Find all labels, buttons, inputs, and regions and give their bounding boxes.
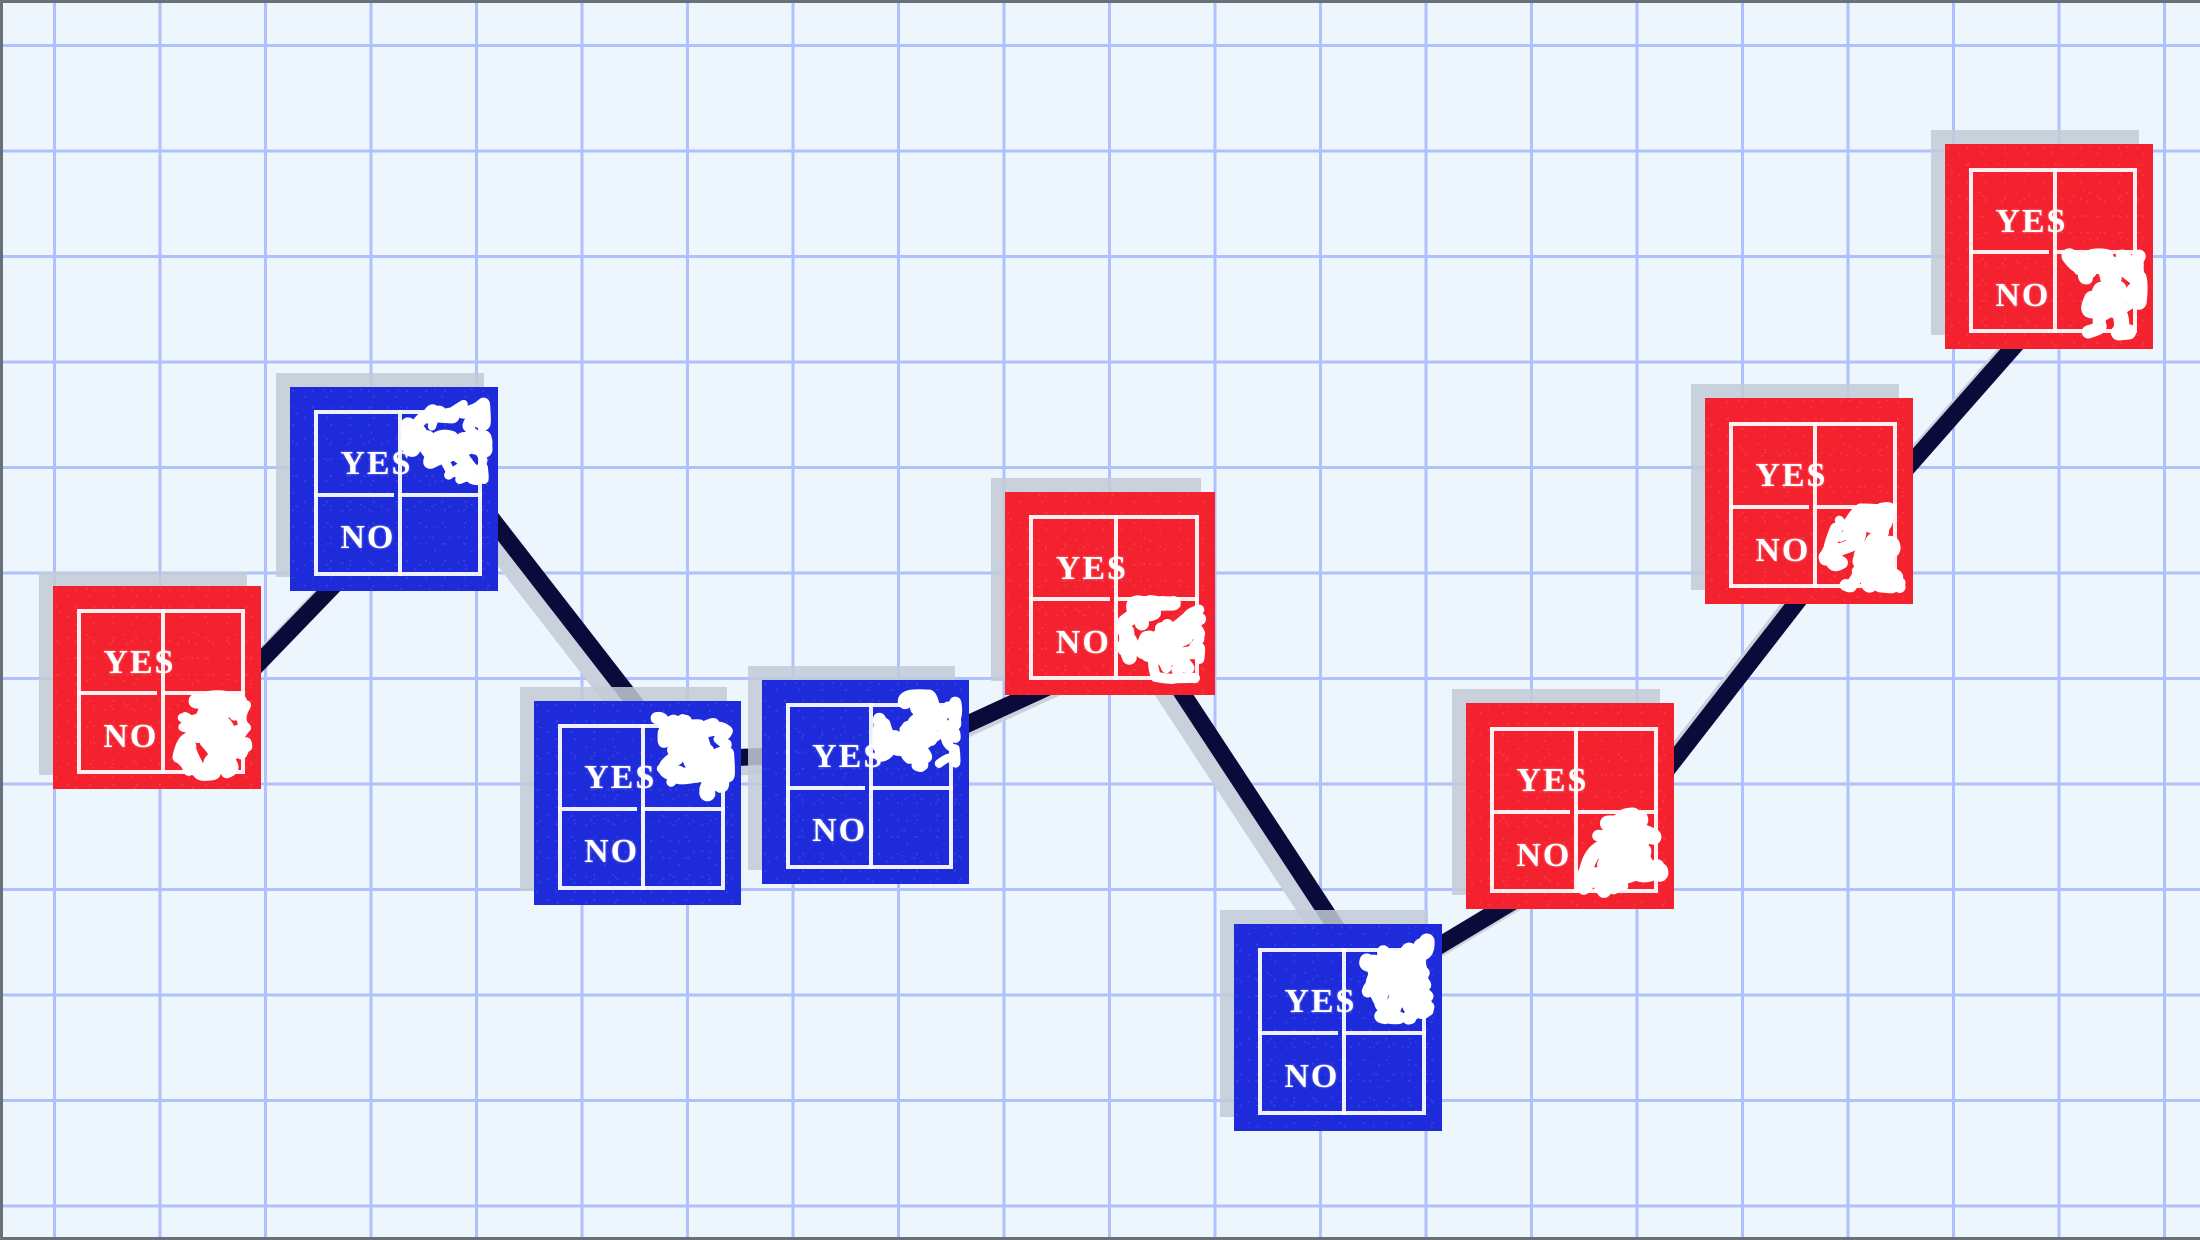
- ballot-card-face-blue: YES NO: [290, 387, 498, 591]
- no-label: NO: [1995, 276, 2051, 314]
- vote-scribble-mark-yes: [1342, 933, 1438, 1025]
- table-horizontal-divider-left: [76, 691, 157, 696]
- table-horizontal-divider-left: [313, 492, 394, 497]
- ballot-card-face-red: YES NO: [1466, 703, 1674, 909]
- yes-label: YES: [1055, 550, 1128, 588]
- ballot-card-9: YES NO: [1931, 130, 2153, 349]
- yes-label: YES: [103, 644, 176, 682]
- table-horizontal-divider-left: [1728, 504, 1809, 509]
- table-horizontal-divider-right: [641, 806, 726, 811]
- illustration-canvas: YES NO YES NO YES NO YES NO YES NO YES NO YES NO YES NO…: [0, 0, 2200, 1240]
- table-horizontal-divider-right: [397, 492, 483, 497]
- ballot-card-7: YES NO: [1452, 689, 1674, 909]
- ballot-card-4: YES NO: [748, 666, 969, 884]
- table-horizontal-divider-left: [1257, 1031, 1338, 1036]
- table-horizontal-divider-left: [557, 806, 638, 811]
- yes-label: YES: [1755, 456, 1828, 494]
- yes-label: YES: [1516, 761, 1589, 799]
- ballot-card-2: YES NO: [276, 373, 498, 591]
- vote-scribble-mark-yes: [870, 689, 965, 778]
- table-horizontal-divider-left: [1489, 809, 1570, 814]
- vote-scribble-mark-no: [1574, 807, 1670, 899]
- no-label: NO: [1055, 623, 1111, 661]
- no-label: NO: [1755, 531, 1811, 569]
- ballot-card-3: YES NO: [520, 687, 741, 905]
- table-horizontal-divider-left: [1968, 250, 2049, 255]
- table-horizontal-divider-right: [869, 785, 954, 790]
- no-label: NO: [1516, 836, 1572, 874]
- ballot-card-face-blue: YES NO: [762, 680, 969, 884]
- no-label: NO: [1284, 1058, 1340, 1096]
- vote-scribble-mark-no: [1813, 502, 1909, 594]
- no-label: NO: [584, 833, 640, 871]
- ballot-card-face-blue: YES NO: [1234, 924, 1442, 1131]
- ballot-card-face-red: YES NO: [1705, 398, 1913, 604]
- table-horizontal-divider-left: [1029, 597, 1110, 602]
- vote-scribble-mark-yes: [642, 712, 737, 802]
- no-label: NO: [103, 717, 159, 755]
- table-horizontal-divider-left: [785, 785, 866, 790]
- vote-scribble-mark-no: [161, 689, 257, 781]
- vote-scribble-mark-no: [1114, 594, 1211, 684]
- yes-label: YES: [1995, 202, 2068, 240]
- ballot-card-face-blue: YES NO: [534, 701, 741, 905]
- ballot-card-face-red: YES NO: [53, 586, 261, 789]
- ballot-card-1: YES NO: [39, 572, 261, 789]
- ballot-card-8: YES NO: [1691, 384, 1913, 604]
- vote-scribble-mark-no: [2053, 247, 2149, 341]
- ballot-card-face-red: YES NO: [1005, 492, 1215, 695]
- ballot-card-6: YES NO: [1220, 910, 1442, 1131]
- ballot-card-face-red: YES NO: [1945, 144, 2153, 349]
- no-label: NO: [340, 519, 396, 557]
- no-label: NO: [812, 812, 868, 850]
- table-horizontal-divider-right: [1341, 1031, 1427, 1036]
- vote-scribble-mark-yes: [398, 397, 494, 486]
- ballot-card-5: YES NO: [991, 478, 1215, 695]
